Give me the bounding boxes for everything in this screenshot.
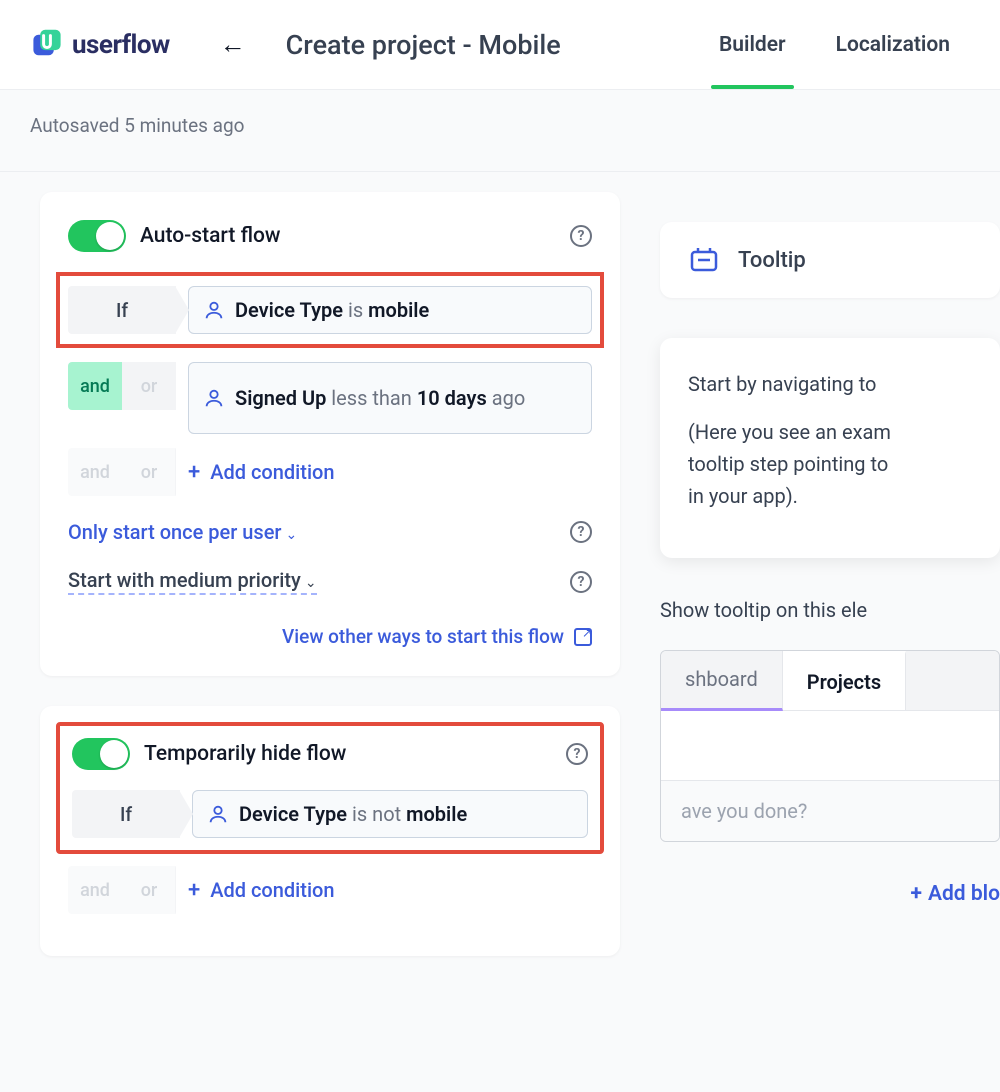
- once-per-user-dropdown[interactable]: Only start once per user⌄: [68, 520, 297, 544]
- tooltip-step-card[interactable]: Tooltip: [660, 222, 1000, 298]
- plus-icon: +: [911, 882, 922, 906]
- preview-text: (Here you see an exam tooltip step point…: [688, 416, 972, 512]
- hide-flow-title: Temporarily hide flow: [144, 742, 552, 766]
- add-condition-row: and or + Add condition: [68, 866, 592, 914]
- connector-and-or[interactable]: and or: [68, 362, 176, 410]
- preview-text: Start by navigating to: [688, 368, 972, 400]
- preview-tab-dashboard[interactable]: shboard: [661, 651, 783, 711]
- card-header: Temporarily hide flow ?: [72, 738, 588, 770]
- help-icon[interactable]: ?: [570, 521, 592, 543]
- condition-text: Device Type is mobile: [235, 298, 429, 322]
- if-label: If: [72, 790, 180, 838]
- connector-placeholder: and or: [68, 448, 176, 496]
- add-block-button[interactable]: +Add blo: [660, 882, 1000, 906]
- app-header: userflow ← Create project - Mobile Build…: [0, 0, 1000, 90]
- condition-device-type-not[interactable]: Device Type is not mobile: [192, 790, 588, 838]
- chevron-down-icon: ⌄: [286, 527, 298, 543]
- hide-flow-card: Temporarily hide flow ? If Device Type i…: [40, 706, 620, 956]
- if-label: If: [68, 286, 176, 334]
- help-icon[interactable]: ?: [566, 743, 588, 765]
- plus-icon: +: [188, 878, 200, 903]
- hide-flow-toggle[interactable]: [72, 738, 130, 770]
- and-label[interactable]: and: [68, 362, 122, 410]
- user-icon: [203, 387, 225, 409]
- preview-tabs: shboard Projects: [661, 651, 999, 711]
- tooltip-preview: Start by navigating to (Here you see an …: [660, 338, 1000, 558]
- show-tooltip-label: Show tooltip on this ele: [660, 598, 1000, 622]
- condition-device-type[interactable]: Device Type is mobile: [188, 286, 592, 334]
- page-title: Create project - Mobile: [286, 29, 561, 61]
- user-icon: [207, 803, 229, 825]
- connector-if: If: [68, 286, 176, 334]
- condition-row-signed-up: and or Signed Up less than 10 days ago: [68, 362, 592, 434]
- nav-tabs: Builder Localization: [719, 0, 950, 89]
- condition-text: Device Type is not mobile: [239, 802, 467, 826]
- once-per-user-row: Only start once per user⌄ ?: [68, 520, 592, 544]
- preview-footer: ave you done?: [661, 781, 999, 841]
- auto-start-flow-card: Auto-start flow ? If Device Type is mobi…: [40, 192, 620, 676]
- add-condition-button[interactable]: + Add condition: [188, 448, 592, 496]
- logo[interactable]: userflow: [30, 28, 170, 62]
- tooltip-label: Tooltip: [738, 248, 806, 273]
- connector-if: If: [72, 790, 180, 838]
- help-icon[interactable]: ?: [570, 571, 592, 593]
- right-column: Tooltip Start by navigating to (Here you…: [660, 192, 1000, 956]
- auto-start-title: Auto-start flow: [140, 224, 556, 248]
- tab-localization[interactable]: Localization: [836, 0, 950, 89]
- plus-icon: +: [188, 460, 200, 485]
- add-condition-row: and or + Add condition: [68, 448, 592, 496]
- or-label[interactable]: or: [122, 362, 176, 410]
- userflow-logo-icon: [30, 28, 64, 62]
- help-icon[interactable]: ?: [570, 225, 592, 247]
- element-preview: shboard Projects ave you done?: [660, 650, 1000, 842]
- user-icon: [203, 299, 225, 321]
- card-header: Auto-start flow ?: [68, 220, 592, 252]
- condition-text: Signed Up less than 10 days ago: [235, 386, 525, 410]
- priority-row: Start with medium priority⌄ ?: [68, 568, 592, 595]
- add-condition-button[interactable]: + Add condition: [188, 866, 592, 914]
- main-content: Auto-start flow ? If Device Type is mobi…: [0, 172, 1000, 996]
- condition-row-device-type-not: If Device Type is not mobile: [72, 790, 588, 838]
- left-column: Auto-start flow ? If Device Type is mobi…: [40, 192, 620, 956]
- tooltip-icon: [688, 244, 720, 276]
- autosave-status: Autosaved 5 minutes ago: [0, 90, 1000, 172]
- condition-signed-up[interactable]: Signed Up less than 10 days ago: [188, 362, 592, 434]
- chevron-down-icon: ⌄: [305, 575, 317, 591]
- back-arrow-icon[interactable]: ←: [220, 29, 246, 60]
- condition-row-device-type: If Device Type is mobile: [56, 272, 604, 348]
- external-link-icon: [574, 628, 592, 646]
- view-other-ways-link[interactable]: View other ways to start this flow: [68, 625, 592, 648]
- logo-text: userflow: [72, 30, 170, 60]
- auto-start-toggle[interactable]: [68, 220, 126, 252]
- preview-tab-projects[interactable]: Projects: [783, 651, 906, 710]
- tab-builder[interactable]: Builder: [719, 0, 786, 89]
- priority-dropdown[interactable]: Start with medium priority⌄: [68, 568, 317, 595]
- connector-placeholder: and or: [68, 866, 176, 914]
- preview-body: [661, 711, 999, 781]
